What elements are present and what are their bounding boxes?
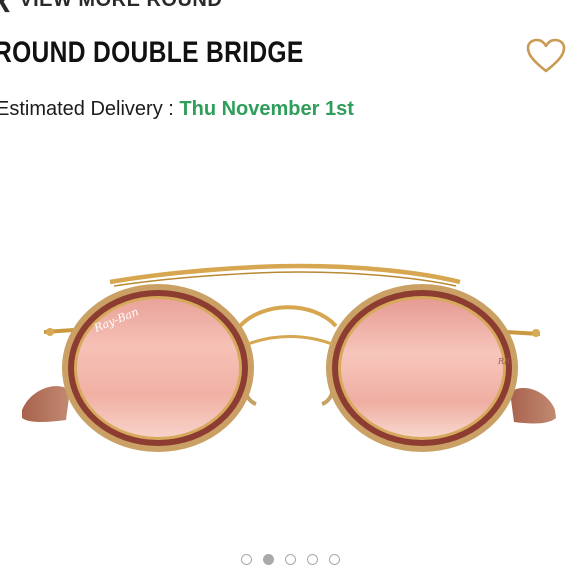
carousel-dot-active[interactable]	[262, 554, 274, 565]
right-lens	[341, 299, 503, 437]
favorite-button[interactable]	[526, 38, 566, 74]
estimated-delivery: Estimated Delivery : Thu November 1st	[0, 98, 354, 121]
back-link[interactable]: ❮ VIEW MORE ROUND	[0, 0, 222, 13]
back-link-label: VIEW MORE ROUND	[19, 0, 223, 11]
carousel-pagination	[0, 554, 580, 565]
carousel-dot[interactable]	[306, 554, 318, 565]
right-temple-tip	[510, 388, 556, 424]
carousel-dot[interactable]	[240, 554, 252, 565]
right-lens-logo: RB	[497, 357, 510, 366]
carousel-dot[interactable]	[328, 554, 340, 565]
carousel-dot[interactable]	[284, 554, 296, 565]
heart-outline-icon	[526, 38, 566, 73]
lower-bridge	[238, 305, 338, 328]
delivery-date: Thu November 1st	[179, 98, 354, 120]
sunglasses-image: Ray-Ban RB	[22, 263, 556, 452]
left-temple-tip	[22, 386, 70, 422]
product-title: ROUND DOUBLE BRIDGE	[0, 36, 304, 69]
delivery-label: Estimated Delivery :	[0, 98, 174, 120]
chevron-left-icon: ❮	[0, 0, 12, 13]
product-image[interactable]: Ray-Ban RB	[0, 240, 580, 480]
